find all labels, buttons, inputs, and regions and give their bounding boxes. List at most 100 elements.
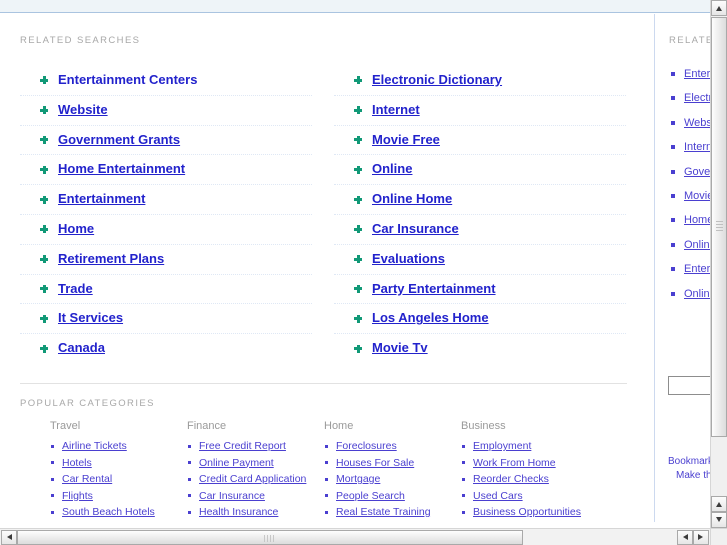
popular-category-item[interactable]: Car Rental — [50, 471, 187, 488]
popular-category-link[interactable]: Hotels — [62, 457, 92, 469]
related-search-link[interactable]: Car Insurance — [372, 221, 459, 236]
sidebar-link-item[interactable]: Entertainment — [670, 257, 710, 281]
related-search-link[interactable]: It Services — [58, 310, 123, 325]
sidebar-link-item[interactable]: Government Grants — [670, 160, 710, 184]
related-search-link[interactable]: Online Home — [372, 191, 452, 206]
sidebar-link[interactable]: Internet — [684, 141, 710, 153]
sidebar-link-item[interactable]: Entertainment Centers — [670, 62, 710, 86]
inner-horizontal-scrollbar[interactable] — [677, 528, 710, 545]
sidebar-link[interactable]: Entertainment — [684, 263, 710, 275]
popular-category-link[interactable]: Used Cars — [473, 490, 523, 502]
popular-category-link[interactable]: Airline Tickets — [62, 440, 127, 452]
scroll-down-button-outer[interactable] — [711, 496, 727, 512]
related-search-item[interactable]: Car Insurance — [334, 215, 626, 245]
related-search-item[interactable]: Website — [20, 96, 312, 126]
make-homepage-link[interactable]: Make this — [668, 469, 710, 483]
popular-category-item[interactable]: Business Opportunities — [461, 504, 598, 521]
related-search-link[interactable]: Entertainment Centers — [58, 72, 197, 87]
related-search-link[interactable]: Entertainment — [58, 191, 145, 206]
related-search-item[interactable]: Canada — [20, 334, 312, 363]
scroll-down-button[interactable] — [711, 512, 727, 528]
popular-category-item[interactable]: People Search — [324, 488, 461, 505]
popular-category-link[interactable]: Health Insurance — [199, 506, 278, 518]
sidebar-link[interactable]: Movie Free — [684, 190, 710, 202]
sidebar-link-item[interactable]: Website — [670, 111, 710, 135]
vertical-scrollbar-thumb[interactable] — [711, 17, 727, 437]
related-search-link[interactable]: Online — [372, 161, 412, 176]
vertical-scrollbar[interactable] — [710, 0, 727, 528]
popular-category-item[interactable]: Employment — [461, 438, 598, 455]
popular-category-link[interactable]: Car Rental — [62, 473, 112, 485]
related-search-item[interactable]: Electronic Dictionary — [334, 66, 626, 96]
popular-category-item[interactable]: Real Estate Training — [324, 504, 461, 521]
popular-category-item[interactable]: Used Cars — [461, 488, 598, 505]
sidebar-link-item[interactable]: Internet — [670, 135, 710, 159]
related-search-item[interactable]: Trade — [20, 275, 312, 305]
related-search-item[interactable]: Entertainment Centers — [20, 66, 312, 96]
scroll-left-button[interactable] — [1, 530, 17, 545]
popular-category-link[interactable]: Reorder Checks — [473, 473, 549, 485]
related-search-item[interactable]: Movie Free — [334, 126, 626, 156]
related-search-link[interactable]: Trade — [58, 281, 93, 296]
sidebar-link[interactable]: Website — [684, 117, 710, 129]
popular-category-link[interactable]: Car Insurance — [199, 490, 265, 502]
popular-category-item[interactable]: Mortgage — [324, 471, 461, 488]
popular-category-link[interactable]: Employment — [473, 440, 531, 452]
related-search-item[interactable]: Online Home — [334, 185, 626, 215]
related-search-link[interactable]: Internet — [372, 102, 420, 117]
related-search-link[interactable]: Movie Tv — [372, 340, 428, 355]
popular-category-link[interactable]: Credit Card Application — [199, 473, 306, 485]
popular-category-link[interactable]: South Beach Hotels — [62, 506, 155, 518]
horizontal-scrollbar-thumb[interactable] — [17, 530, 523, 545]
popular-category-item[interactable]: Credit Card Application — [187, 471, 324, 488]
related-search-link[interactable]: Party Entertainment — [372, 281, 496, 296]
related-search-link[interactable]: Electronic Dictionary — [372, 72, 502, 87]
sidebar-link[interactable]: Electronic Dictionary — [684, 92, 710, 104]
popular-category-item[interactable]: Houses For Sale — [324, 455, 461, 472]
related-search-link[interactable]: Home — [58, 221, 94, 236]
sidebar-link[interactable]: Entertainment Centers — [684, 68, 710, 80]
sidebar-search-input[interactable] — [668, 376, 710, 395]
popular-category-link[interactable]: People Search — [336, 490, 405, 502]
popular-category-link[interactable]: Mortgage — [336, 473, 380, 485]
popular-category-link[interactable]: Work From Home — [473, 457, 556, 469]
popular-category-item[interactable]: Flights — [50, 488, 187, 505]
popular-category-item[interactable]: Free Credit Report — [187, 438, 324, 455]
sidebar-link[interactable]: Online Home — [684, 288, 710, 300]
sidebar-link-item[interactable]: Online — [670, 233, 710, 257]
related-search-item[interactable]: It Services — [20, 304, 312, 335]
popular-category-item[interactable]: Foreclosures — [324, 438, 461, 455]
related-search-link[interactable]: Evaluations — [372, 251, 445, 266]
popular-category-link[interactable]: Foreclosures — [336, 440, 397, 452]
related-search-link[interactable]: Retirement Plans — [58, 251, 164, 266]
popular-category-item[interactable]: Hotels — [50, 455, 187, 472]
popular-category-item[interactable]: Health Insurance — [187, 504, 324, 521]
sidebar-link[interactable]: Online — [684, 239, 710, 251]
popular-category-link[interactable]: Real Estate Training — [336, 506, 431, 518]
popular-category-link[interactable]: Online Payment — [199, 457, 274, 469]
sidebar-link-item[interactable]: Electronic Dictionary — [670, 86, 710, 110]
popular-category-item[interactable]: Car Insurance — [187, 488, 324, 505]
popular-category-link[interactable]: Houses For Sale — [336, 457, 414, 469]
related-search-item[interactable]: Online — [334, 155, 626, 186]
related-search-item[interactable]: Home Entertainment — [20, 155, 312, 186]
popular-category-link[interactable]: Flights — [62, 490, 93, 502]
related-search-link[interactable]: Movie Free — [372, 132, 440, 147]
related-search-link[interactable]: Canada — [58, 340, 105, 355]
sidebar-link[interactable]: Home Entertainment — [684, 214, 710, 226]
related-search-item[interactable]: Entertainment — [20, 185, 312, 215]
related-search-link[interactable]: Website — [58, 102, 108, 117]
popular-category-item[interactable]: South Beach Hotels — [50, 504, 187, 521]
related-search-item[interactable]: Internet — [334, 96, 626, 126]
related-search-item[interactable]: Government Grants — [20, 126, 312, 156]
related-search-link[interactable]: Home Entertainment — [58, 161, 185, 176]
popular-category-item[interactable]: Airline Tickets — [50, 438, 187, 455]
related-search-item[interactable]: Home — [20, 215, 312, 245]
scroll-up-button[interactable] — [711, 0, 727, 16]
horizontal-scrollbar[interactable] — [0, 528, 677, 545]
sidebar-link[interactable]: Government Grants — [684, 166, 710, 178]
sidebar-link-item[interactable]: Online Home — [670, 282, 710, 306]
bookmark-link[interactable]: Bookmark — [668, 455, 710, 469]
popular-category-link[interactable]: Free Credit Report — [199, 440, 286, 452]
popular-category-item[interactable]: Reorder Checks — [461, 471, 598, 488]
